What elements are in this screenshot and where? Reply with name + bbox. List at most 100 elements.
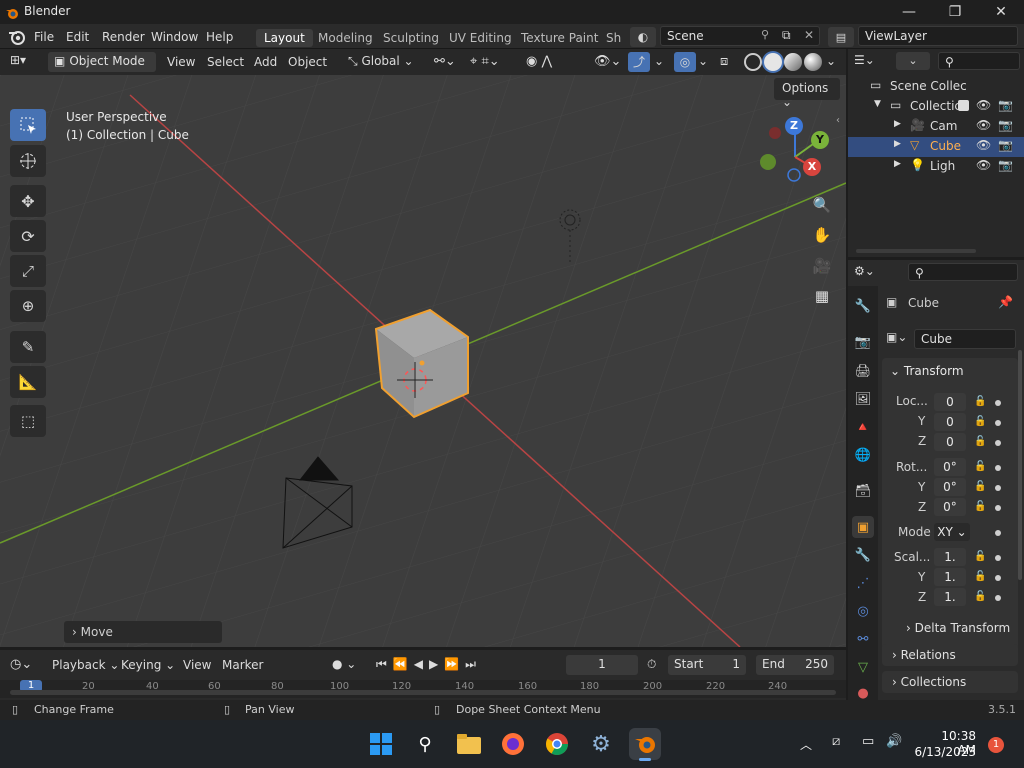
lock-icon[interactable]: 🔓 <box>974 481 986 493</box>
outliner-row-collection[interactable]: ▼ ▭ Collectic 👁 📷 <box>848 97 1024 117</box>
keyframe-dot[interactable] <box>995 530 1001 536</box>
tool-annotate[interactable]: ✎ <box>10 331 46 363</box>
proportional-edit-icon[interactable]: ◉ ⋀ <box>526 54 552 69</box>
outliner-row-camera[interactable]: ▶ 🎥 Cam 👁 📷 <box>848 117 1024 137</box>
lock-icon[interactable]: 🔓 <box>974 461 986 473</box>
scene-name-field[interactable]: Scene <box>660 26 820 46</box>
viewport-menu-view[interactable]: View <box>167 55 195 69</box>
keyframe-dot[interactable] <box>995 555 1001 561</box>
tray-chevron-up-icon[interactable]: ︿ <box>800 736 812 753</box>
pivot-point-icon[interactable]: ⚯⌄ <box>434 54 456 69</box>
eye-icon[interactable]: 👁 <box>976 158 991 172</box>
viewport-menu-select[interactable]: Select <box>207 55 244 69</box>
scene-properties-icon[interactable]: 🔺 <box>852 416 874 438</box>
timeline-scrollbar[interactable] <box>10 690 836 695</box>
timeline-menu-playback[interactable]: Playback ⌄ <box>52 658 119 672</box>
3d-viewport[interactable]: ✥ ⟳ ⤢ ⊕ ✎ 📐 ⬚ User Perspective (1) Colle… <box>0 75 846 647</box>
output-properties-icon[interactable]: 🖨 <box>852 360 874 382</box>
object-data-browse-icon[interactable]: ▣⌄ <box>886 330 907 344</box>
delta-transform-header[interactable]: › Delta Transform <box>906 621 1010 635</box>
search-icon[interactable]: ⚲ <box>409 728 441 760</box>
outliner-search-input[interactable]: ⚲ <box>938 52 1020 70</box>
material-preview-icon[interactable] <box>784 53 802 71</box>
shading-dropdown-icon[interactable]: ⌄ <box>826 54 836 68</box>
rendered-shading-icon[interactable] <box>804 53 822 71</box>
lock-icon[interactable]: 🔓 <box>974 551 986 563</box>
constraints-icon[interactable]: ⚯ <box>852 628 874 650</box>
keyframe-dot[interactable] <box>995 400 1001 406</box>
start-button-icon[interactable] <box>365 728 397 760</box>
render-properties-icon[interactable]: 📷 <box>852 331 874 353</box>
scene-selector-icon[interactable]: ◐ <box>630 27 656 47</box>
relations-header[interactable]: › Relations <box>892 648 956 662</box>
pin-icon[interactable]: ⚲ <box>761 28 769 41</box>
view-layer-icon[interactable]: 🖼 <box>852 388 874 410</box>
checkbox-icon[interactable] <box>958 100 969 111</box>
snap-icon[interactable]: ⌖ ⌗⌄ <box>470 54 500 69</box>
properties-scrollbar[interactable] <box>1018 350 1022 580</box>
expand-right-icon[interactable]: ▶ <box>894 159 901 169</box>
delete-scene-icon[interactable]: ✕ <box>804 28 814 42</box>
display-icon[interactable]: ▭ <box>862 734 874 749</box>
lock-icon[interactable]: 🔓 <box>974 416 986 428</box>
keyframe-dot[interactable] <box>995 505 1001 511</box>
xray-toggle-icon[interactable]: ⧈ <box>720 54 728 69</box>
object-name-field[interactable]: Cube <box>914 329 1016 349</box>
minimize-button[interactable]: — <box>886 0 932 24</box>
gizmo-z-axis[interactable]: Z <box>785 117 803 135</box>
workspace-tab-layout[interactable]: Layout <box>256 29 313 47</box>
timeline-menu-keying[interactable]: Keying ⌄ <box>121 658 175 672</box>
file-explorer-icon[interactable] <box>453 728 485 760</box>
location-z-field[interactable]: 0 <box>934 433 966 451</box>
eye-icon[interactable]: 👁 <box>976 118 991 132</box>
keyframe-dot[interactable] <box>995 440 1001 446</box>
timeline-menu-view[interactable]: View <box>183 658 211 672</box>
collections-header[interactable]: › Collections <box>892 675 966 689</box>
keyframe-dot[interactable] <box>995 485 1001 491</box>
overlays-toggle-icon[interactable]: ◎ <box>674 52 696 72</box>
world-properties-icon[interactable]: 🌐 <box>852 444 874 466</box>
options-dropdown[interactable]: Options ⌄ <box>774 78 840 109</box>
notification-badge[interactable]: 1 <box>988 737 1004 753</box>
start-frame-field[interactable]: Start 1 <box>668 655 746 675</box>
workspace-tab-texture-paint[interactable]: Texture Paint <box>513 29 606 47</box>
overlays-dropdown-icon[interactable]: ⌄ <box>698 54 708 68</box>
preview-range-icon[interactable]: ⏱ <box>647 657 656 672</box>
lock-icon[interactable]: 🔓 <box>974 501 986 513</box>
lock-icon[interactable]: 🔓 <box>974 396 986 408</box>
expand-right-icon[interactable]: ▶ <box>894 119 901 129</box>
mode-dropdown[interactable]: ▣Object Mode⌄ <box>48 52 156 85</box>
outliner-row-scene-collection[interactable]: ▭ Scene Collec <box>848 77 1024 97</box>
modifier-properties-icon[interactable]: 🔧 <box>852 544 874 566</box>
outliner-filter-icon[interactable]: ⌄ <box>896 52 930 70</box>
tool-cursor[interactable] <box>10 145 46 177</box>
rotation-z-field[interactable]: 0° <box>934 498 966 516</box>
end-frame-field[interactable]: End 250 <box>756 655 834 675</box>
tool-rotate[interactable]: ⟳ <box>10 220 46 252</box>
firefox-icon[interactable] <box>497 728 529 760</box>
menu-help[interactable]: Help <box>200 28 239 46</box>
rotation-mode-dropdown[interactable]: XY ⌄ <box>934 523 970 541</box>
eye-icon[interactable]: 👁 <box>976 98 991 112</box>
outliner-scrollbar[interactable] <box>856 249 976 253</box>
maximize-button[interactable]: ❐ <box>932 0 978 24</box>
properties-search-input[interactable]: ⚲ <box>908 263 1018 281</box>
rotation-x-field[interactable]: 0° <box>934 458 966 476</box>
render-camera-icon[interactable]: 📷 <box>998 138 1013 152</box>
tool-select-box[interactable] <box>10 109 46 141</box>
camera-view-icon[interactable]: 🎥 <box>808 253 836 279</box>
gizmo-dropdown-icon[interactable]: ⌄ <box>654 54 664 68</box>
outliner-editor-type-icon[interactable]: ☰⌄ <box>854 53 875 67</box>
navigation-gizmo[interactable]: Z Y X <box>760 115 830 185</box>
transform-header[interactable]: ⌄ Transform <box>890 364 964 378</box>
keyframe-dot[interactable] <box>995 465 1001 471</box>
keyframe-dot[interactable] <box>995 420 1001 426</box>
tool-add-cube[interactable]: ⬚ <box>10 405 46 437</box>
workspace-tab-modeling[interactable]: Modeling <box>310 29 381 47</box>
expand-right-icon[interactable]: ▶ <box>894 139 901 149</box>
zoom-icon[interactable]: 🔍 <box>808 192 836 218</box>
perspective-toggle-icon[interactable]: ▦ <box>808 283 836 309</box>
workspace-tab-shading[interactable]: Sh <box>598 29 629 47</box>
keyframe-dot[interactable] <box>995 595 1001 601</box>
timeline-editor-type-icon[interactable]: ◷⌄ <box>10 657 32 672</box>
